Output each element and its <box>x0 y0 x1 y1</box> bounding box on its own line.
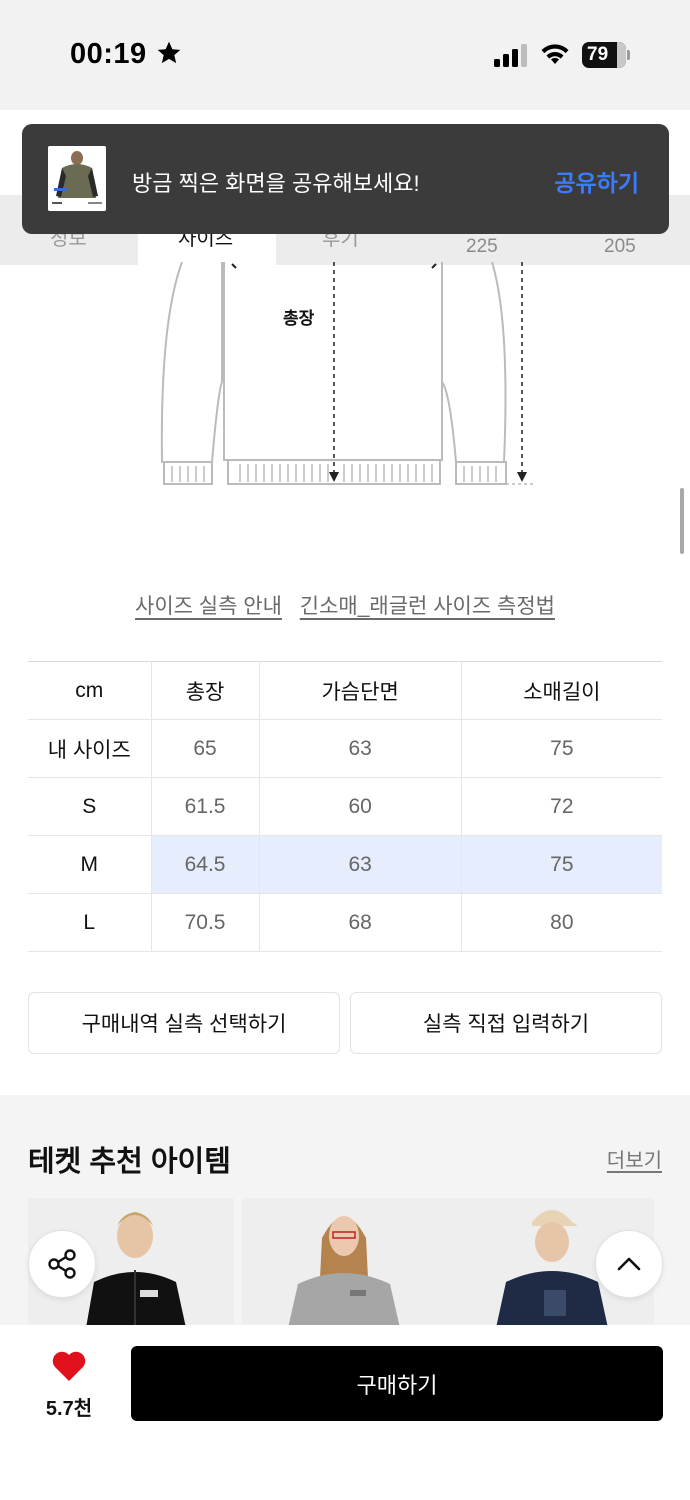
scrollbar[interactable] <box>680 488 684 554</box>
scroll-top-button[interactable] <box>595 1230 663 1298</box>
manual-measurement-input-button[interactable]: 실측 직접 입력하기 <box>350 992 662 1054</box>
table-row[interactable]: 내 사이즈 65 63 75 <box>28 719 662 778</box>
battery-level: 79 <box>587 44 609 65</box>
table-row-highlighted[interactable]: M 64.5 63 75 <box>28 835 662 894</box>
share-toast: 방금 찍은 화면을 공유해보세요! 공유하기 <box>22 124 669 234</box>
buy-button[interactable]: 구매하기 <box>131 1346 663 1421</box>
diagram-label-total-length: 총장 <box>283 309 315 328</box>
heart-icon <box>52 1351 86 1381</box>
table-header: 소매길이 <box>460 661 662 720</box>
table-cell: 80 <box>460 893 662 952</box>
toast-message: 방금 찍은 화면을 공유해보세요! <box>132 171 420 196</box>
product-image <box>242 1198 448 1328</box>
table-row[interactable]: S 61.5 60 72 <box>28 777 662 836</box>
status-time: 00:19 <box>70 38 147 70</box>
table-cell: 75 <box>460 835 662 894</box>
tab-number: 225 <box>466 236 498 257</box>
row-label: 내 사이즈 <box>28 719 152 778</box>
see-more-link[interactable]: 더보기 <box>607 1144 662 1173</box>
recommend-item[interactable] <box>242 1198 448 1328</box>
wifi-icon <box>541 44 569 64</box>
table-header: 가슴단면 <box>258 661 462 720</box>
size-guide-link[interactable]: 사이즈 실측 안내 <box>135 595 282 618</box>
table-cell: 63 <box>258 719 462 778</box>
table-cell: 70.5 <box>150 893 260 952</box>
table-cell: 72 <box>460 777 662 836</box>
recommend-title: 테켓 추천 아이템 <box>28 1146 231 1178</box>
screenshot-thumbnail[interactable] <box>48 146 106 211</box>
signal-icon <box>494 44 527 67</box>
measure-method-link[interactable]: 긴소매_래글런 사이즈 측정법 <box>300 595 555 618</box>
battery-icon: 79 <box>582 42 630 68</box>
table-cell: 75 <box>460 719 662 778</box>
like-button[interactable]: 5.7천 <box>36 1350 102 1420</box>
table-header: cm <box>28 661 152 720</box>
row-label: M <box>28 835 152 894</box>
size-measurement-diagram <box>160 262 534 485</box>
share-button[interactable]: 공유하기 <box>554 164 639 198</box>
tab-number: 205 <box>604 236 636 257</box>
table-cell: 60 <box>258 777 462 836</box>
status-bar: 00:19 79 <box>0 0 690 110</box>
table-cell: 63 <box>258 835 462 894</box>
table-cell: 64.5 <box>150 835 260 894</box>
share-icon <box>48 1249 76 1279</box>
share-floating-button[interactable] <box>28 1230 96 1298</box>
size-table: cm 총장 가슴단면 소매길이 내 사이즈 65 63 75 S 61.5 60… <box>28 661 662 952</box>
table-cell: 68 <box>258 893 462 952</box>
select-purchase-measurement-button[interactable]: 구매내역 실측 선택하기 <box>28 992 340 1054</box>
row-label: L <box>28 893 152 952</box>
size-guide-links: 사이즈 실측 안내 긴소매_래글런 사이즈 측정법 <box>0 590 690 620</box>
row-label: S <box>28 777 152 836</box>
star-icon <box>157 41 181 64</box>
chevron-up-icon <box>617 1257 641 1271</box>
table-header: 총장 <box>150 661 260 720</box>
table-header-row: cm 총장 가슴단면 소매길이 <box>28 661 662 720</box>
like-count: 5.7천 <box>45 1398 93 1420</box>
table-cell: 61.5 <box>150 777 260 836</box>
table-cell: 65 <box>150 719 260 778</box>
table-row[interactable]: L 70.5 68 80 <box>28 893 662 952</box>
